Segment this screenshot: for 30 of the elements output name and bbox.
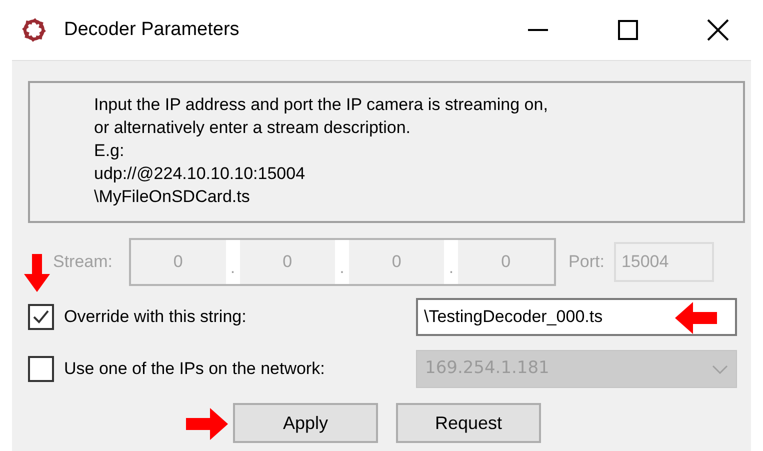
description-text: Input the IP address and port the IP camera is streaming on, <box>94 94 548 116</box>
network-label: Use one of the IPs on the network: <box>64 358 326 380</box>
description-text: E.g: <box>94 140 124 162</box>
ip-octet-text: 0 <box>282 252 292 271</box>
checkbox[interactable] <box>28 304 54 330</box>
annotation-arrow-icon <box>675 302 717 334</box>
dot-separator: . <box>448 259 454 276</box>
window-title: Decoder Parameters <box>64 18 240 42</box>
ip-octet-text: 0 <box>501 252 511 271</box>
dot-separator: . <box>340 259 344 276</box>
close-icon <box>707 19 729 41</box>
chevron-down-icon <box>712 364 728 374</box>
annotation-arrow-icon <box>24 254 50 292</box>
description-text: \MyFileOnSDCard.ts <box>94 186 250 208</box>
ip-stream-label: Stream: <box>53 251 113 274</box>
override-string-field[interactable]: \TestingDecoder_000.ts <box>416 298 737 336</box>
description-text: udp://@224.10.10.10:15004 <box>94 163 306 185</box>
port-label: Port: <box>568 251 604 274</box>
maximize-icon <box>618 20 638 40</box>
description-text: or alternatively enter a stream description. <box>94 117 411 139</box>
minimize-icon <box>528 29 548 31</box>
dialog-button[interactable]: Request <box>396 403 541 443</box>
check-icon <box>32 308 50 326</box>
ip-octet-text: 0 <box>392 252 402 271</box>
ip-octet-text: 0 <box>173 252 183 271</box>
override-label: Override with this string: <box>64 306 248 328</box>
annotation-arrow-icon <box>186 408 228 440</box>
app-logo-icon <box>20 16 48 44</box>
dot-separator: . <box>230 259 236 276</box>
dialog-button[interactable]: Apply <box>233 403 378 443</box>
